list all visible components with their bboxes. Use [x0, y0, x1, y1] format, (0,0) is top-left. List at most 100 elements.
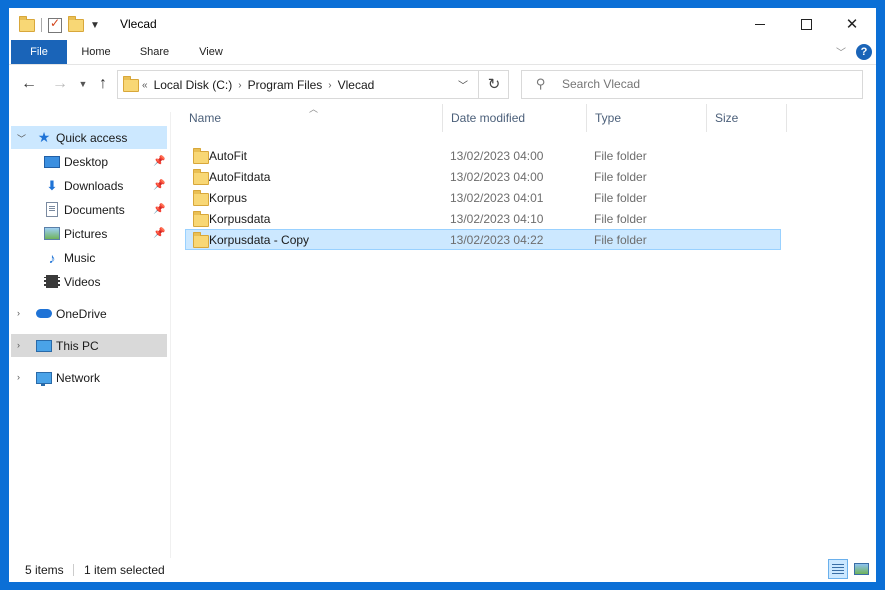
- expand-chevron-icon[interactable]: ›: [17, 340, 20, 350]
- pane-divider[interactable]: [170, 112, 171, 558]
- tab-share[interactable]: Share: [127, 40, 182, 64]
- network-icon: [36, 370, 52, 386]
- customize-toolbar-icon[interactable]: ▼: [90, 20, 100, 31]
- pin-icon[interactable]: 📌: [153, 156, 165, 167]
- recent-locations-icon[interactable]: ▼: [73, 74, 93, 94]
- navigation-bar: ← → ▼ ↑ « Local Disk (C:) › Program File…: [9, 68, 876, 100]
- status-separator: [73, 564, 74, 576]
- sidebar-item-quick-access[interactable]: ﹀ ★ Quick access: [11, 126, 167, 149]
- column-header-date-modified[interactable]: Date modified: [443, 104, 587, 132]
- expand-ribbon-icon[interactable]: ﹀: [836, 44, 846, 59]
- sidebar-item-network[interactable]: › Network: [11, 366, 167, 389]
- pin-icon[interactable]: 📌: [153, 204, 165, 215]
- up-button[interactable]: ↑: [93, 74, 113, 94]
- sidebar-item-label: Pictures: [64, 226, 108, 241]
- file-name: AutoFit: [209, 149, 248, 163]
- address-folder-icon: [123, 76, 139, 92]
- forward-button[interactable]: →: [50, 74, 70, 94]
- pin-icon[interactable]: 📌: [153, 180, 165, 191]
- refresh-button[interactable]: ↻: [478, 71, 509, 98]
- music-icon: ♪: [48, 249, 56, 266]
- explorer-window: ▼ Vlecad ✕ File Home Share View ﹀ ? ← → …: [9, 8, 876, 582]
- file-name: AutoFitdata: [209, 170, 271, 184]
- address-history-chevron-icon[interactable]: ﹀: [458, 77, 468, 92]
- file-date: 13/02/2023 04:10: [450, 212, 544, 226]
- maximize-icon: [800, 18, 812, 30]
- chevron-right-icon[interactable]: ›: [328, 80, 331, 91]
- file-row-selected[interactable]: Korpusdata - Copy 13/02/2023 04:22 File …: [185, 229, 781, 250]
- sidebar-item-label: Downloads: [64, 178, 124, 193]
- selection-count: 1 item selected: [84, 563, 165, 577]
- pin-icon[interactable]: 📌: [153, 228, 165, 239]
- file-row[interactable]: AutoFit 13/02/2023 04:00 File folder: [185, 145, 781, 166]
- breadcrumb-overflow[interactable]: «: [142, 80, 148, 91]
- navigation-pane: ﹀ ★ Quick access Desktop 📌 ⬇ Downloads 📌…: [9, 112, 171, 552]
- properties-icon[interactable]: [48, 16, 62, 33]
- file-date: 13/02/2023 04:00: [450, 170, 544, 184]
- maximize-button[interactable]: [783, 8, 829, 40]
- expand-chevron-icon[interactable]: ›: [17, 308, 20, 318]
- minimize-button[interactable]: [737, 8, 783, 40]
- file-row[interactable]: AutoFitdata 13/02/2023 04:00 File folder: [185, 166, 781, 187]
- sidebar-item-label: Documents: [64, 202, 125, 217]
- sidebar-item-label: Music: [64, 250, 96, 265]
- sidebar-item-music[interactable]: ♪ Music: [11, 246, 167, 269]
- this-pc-icon: [36, 338, 52, 354]
- tab-home[interactable]: Home: [69, 40, 123, 64]
- sidebar-item-this-pc[interactable]: › This PC: [11, 334, 167, 357]
- sidebar-item-videos[interactable]: Videos: [11, 270, 167, 293]
- search-input[interactable]: [560, 76, 854, 92]
- sidebar-item-pictures[interactable]: Pictures 📌: [11, 222, 167, 245]
- tab-view[interactable]: View: [187, 40, 235, 64]
- sidebar-item-label: OneDrive: [56, 306, 107, 321]
- sidebar-item-onedrive[interactable]: › OneDrive: [11, 302, 167, 325]
- toolbar-separator: [41, 18, 42, 32]
- chevron-right-icon[interactable]: ›: [238, 80, 241, 91]
- file-date: 13/02/2023 04:00: [450, 149, 544, 163]
- search-icon: ⚲: [536, 76, 546, 91]
- videos-icon: [44, 274, 60, 290]
- large-icons-view-button[interactable]: [851, 559, 871, 579]
- breadcrumb: « Local Disk (C:) › Program Files › Vlec…: [142, 78, 374, 92]
- close-button[interactable]: ✕: [829, 8, 875, 40]
- collapse-chevron-icon[interactable]: ﹀: [17, 132, 26, 145]
- help-icon[interactable]: ?: [856, 44, 872, 60]
- expand-chevron-icon[interactable]: ›: [17, 372, 20, 382]
- close-icon: ✕: [845, 16, 859, 33]
- breadcrumb-program-files[interactable]: Program Files: [248, 78, 323, 92]
- file-row[interactable]: Korpusdata 13/02/2023 04:10 File folder: [185, 208, 781, 229]
- sidebar-item-desktop[interactable]: Desktop 📌: [11, 150, 167, 173]
- sidebar-item-label: Network: [56, 370, 101, 385]
- file-date: 13/02/2023 04:22: [450, 233, 544, 247]
- sidebar-item-label: Quick access: [56, 130, 128, 145]
- file-type: File folder: [594, 149, 647, 163]
- file-row[interactable]: Korpus 13/02/2023 04:01 File folder: [185, 187, 781, 208]
- back-button[interactable]: ←: [19, 74, 39, 94]
- status-bar: 5 items 1 item selected: [9, 558, 876, 582]
- documents-icon: [44, 202, 60, 218]
- file-name: Korpus: [209, 191, 248, 205]
- sidebar-item-downloads[interactable]: ⬇ Downloads 📌: [11, 174, 167, 197]
- folder-icon: [193, 232, 209, 248]
- window-title: Vlecad: [120, 17, 157, 31]
- column-header-name[interactable]: Name: [181, 104, 443, 132]
- tab-file[interactable]: File: [11, 40, 67, 64]
- file-date: 13/02/2023 04:01: [450, 191, 544, 205]
- folder-icon: [193, 190, 209, 206]
- star-icon: ★: [37, 129, 51, 145]
- folder-icon[interactable]: [19, 15, 35, 32]
- breadcrumb-vlecad[interactable]: Vlecad: [338, 78, 375, 92]
- file-list: ︿ Name Date modified Type Size AutoFit 1…: [179, 104, 869, 554]
- address-bar[interactable]: « Local Disk (C:) › Program Files › Vlec…: [117, 70, 509, 99]
- onedrive-icon: [36, 306, 52, 322]
- search-box[interactable]: ⚲: [521, 70, 863, 99]
- details-view-icon: [832, 564, 844, 574]
- title-bar: ▼ Vlecad ✕: [9, 8, 876, 40]
- details-view-button[interactable]: [828, 559, 848, 579]
- breadcrumb-local-disk[interactable]: Local Disk (C:): [154, 78, 233, 92]
- sidebar-item-documents[interactable]: Documents 📌: [11, 198, 167, 221]
- column-header-type[interactable]: Type: [587, 104, 707, 132]
- new-folder-icon[interactable]: [68, 15, 84, 32]
- column-header-size[interactable]: Size: [707, 104, 787, 132]
- file-type: File folder: [594, 212, 647, 226]
